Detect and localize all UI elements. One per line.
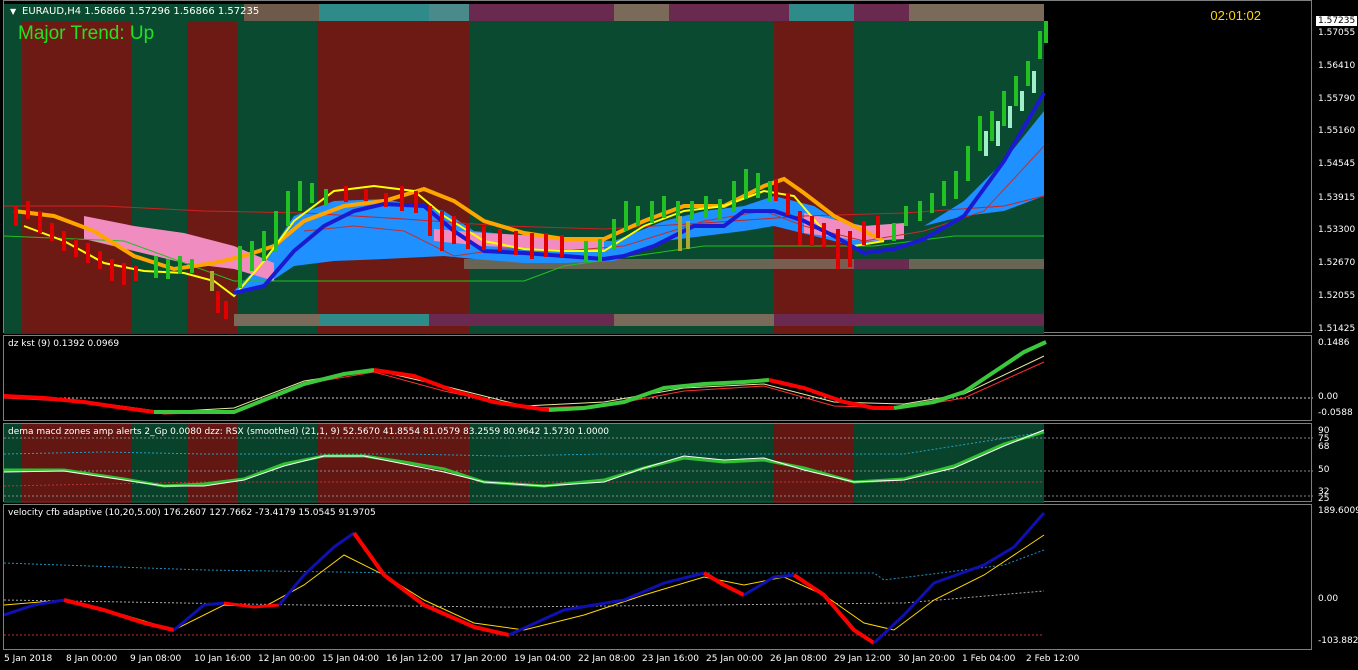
- price-tick: 1.56410: [1318, 61, 1356, 71]
- time-tick: 26 Jan 08:00: [770, 654, 827, 664]
- kst-tick: 0.1486: [1318, 338, 1350, 348]
- time-tick: 25 Jan 00:00: [706, 654, 763, 664]
- price-tick: 1.52670: [1318, 258, 1356, 268]
- macd-tick: 50: [1318, 465, 1330, 475]
- kst-red-line: [4, 394, 155, 414]
- price-tick: 1.53300: [1318, 225, 1356, 235]
- time-tick: 12 Jan 00:00: [258, 654, 315, 664]
- price-tick: 1.52055: [1318, 291, 1356, 301]
- velocity-tick: 189.6009: [1318, 506, 1358, 516]
- kst-tick: -0.0588: [1318, 408, 1353, 418]
- macd-tick: 25: [1318, 494, 1330, 504]
- time-tick: 30 Jan 20:00: [898, 654, 955, 664]
- time-tick: 1 Feb 04:00: [962, 654, 1016, 664]
- velocity-tick: -103.8827: [1318, 636, 1358, 646]
- time-tick: 10 Jan 16:00: [194, 654, 251, 664]
- macd-rsx-pane[interactable]: dema macd zones amp alerts 2_Gp 0.0080 d…: [3, 423, 1313, 503]
- price-tick: 1.55160: [1318, 126, 1356, 136]
- current-price-tag: 1.57235: [1316, 16, 1358, 26]
- kst-indicator-pane[interactable]: dz kst (9) 0.1392 0.0969: [3, 335, 1313, 421]
- time-axis[interactable]: 5 Jan 2018 8 Jan 00:00 9 Jan 08:00 10 Ja…: [0, 651, 1313, 670]
- major-trend-label: Major Trend: Up: [18, 23, 155, 44]
- time-tick: 8 Jan 00:00: [66, 654, 118, 664]
- time-tick: 29 Jan 12:00: [834, 654, 891, 664]
- kst-canvas: [4, 340, 1313, 415]
- price-tick: 1.53915: [1318, 193, 1356, 203]
- velocity-pane[interactable]: velocity cfb adaptive (10,20,5.00) 176.2…: [3, 504, 1312, 650]
- macd-tick: 68: [1318, 442, 1330, 452]
- price-tick: 1.57055: [1318, 28, 1356, 38]
- time-tick: 22 Jan 08:00: [578, 654, 635, 664]
- price-chart-canvas: [4, 4, 1048, 334]
- time-tick: 19 Jan 04:00: [514, 654, 571, 664]
- kst-green-line: [154, 368, 375, 414]
- price-scale[interactable]: 1.57235 1.57055 1.56410 1.55790 1.55160 …: [1313, 0, 1358, 670]
- velocity-title: velocity cfb adaptive (10,20,5.00) 176.2…: [8, 508, 376, 518]
- symbol-title: EURAUD,H4 1.56866 1.57296 1.56866 1.5723…: [22, 6, 260, 17]
- price-tick: 1.54545: [1318, 159, 1356, 169]
- kst-tick: 0.00: [1318, 392, 1339, 402]
- time-tick: 2 Feb 12:00: [1026, 654, 1080, 664]
- time-tick: 9 Jan 08:00: [130, 654, 182, 664]
- time-tick: 15 Jan 04:00: [322, 654, 379, 664]
- time-tick: 23 Jan 16:00: [642, 654, 699, 664]
- countdown-timer: 02:01:02: [1210, 8, 1261, 23]
- velocity-canvas: [4, 512, 1046, 645]
- kst-title: dz kst (9) 0.1392 0.0969: [8, 339, 120, 349]
- time-tick: 5 Jan 2018: [4, 654, 53, 664]
- velocity-tick: 0.00: [1318, 594, 1339, 604]
- time-tick: 17 Jan 20:00: [450, 654, 507, 664]
- time-tick: 16 Jan 12:00: [386, 654, 443, 664]
- macd-title: dema macd zones amp alerts 2_Gp 0.0080 d…: [8, 427, 610, 437]
- price-tick: 1.51425: [1318, 324, 1356, 334]
- trend-zones: [4, 4, 1044, 334]
- price-chart-pane[interactable]: EURAUD,H4 1.56866 1.57296 1.56866 1.5723…: [3, 0, 1312, 334]
- chevron-down-icon[interactable]: ▼: [10, 7, 16, 16]
- price-tick: 1.55790: [1318, 94, 1356, 104]
